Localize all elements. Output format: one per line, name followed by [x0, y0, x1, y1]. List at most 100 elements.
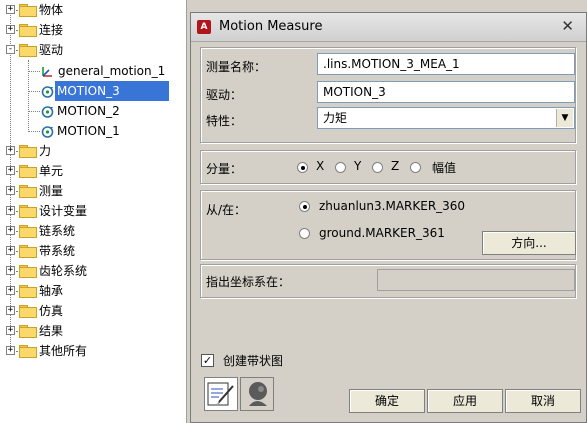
tree-item-motion-2[interactable]: MOTION_2 — [0, 101, 186, 121]
folder-icon — [19, 145, 37, 158]
folder-icon — [19, 305, 37, 318]
tree-item-label: 测量 — [39, 184, 64, 198]
component-y-label: Y — [354, 159, 362, 173]
tree-item-label: 带系统 — [39, 244, 76, 258]
folder-icon — [19, 165, 37, 178]
expand-icon[interactable]: + — [6, 226, 15, 235]
tree-connector — [28, 91, 40, 92]
tree-item-motion-3[interactable]: MOTION_3 — [0, 81, 186, 101]
folder-icon — [19, 225, 37, 238]
from-at-panel: 从/在： zhuanlun3.MARKER_360 ground.MARKER_… — [200, 190, 576, 260]
tree-item-gear-systems[interactable]: + 齿轮系统 — [0, 261, 186, 281]
tree-item-connections[interactable]: + 连接 — [0, 20, 186, 40]
expand-icon[interactable]: + — [6, 146, 15, 155]
tree-item-measures[interactable]: + 测量 — [0, 181, 186, 201]
cancel-button[interactable]: 取消 — [505, 389, 581, 413]
expand-icon[interactable]: + — [6, 206, 15, 215]
edit-notes-icon — [207, 382, 234, 406]
expand-icon[interactable]: + — [6, 25, 15, 34]
create-strip-chart-label: 创建带状图 — [223, 354, 284, 368]
component-z-radio[interactable] — [372, 162, 383, 173]
expand-icon[interactable]: + — [6, 286, 15, 295]
tree-item-label: 链系统 — [39, 224, 76, 238]
coord-system-field[interactable] — [377, 269, 575, 291]
component-x-radio[interactable] — [297, 162, 308, 173]
component-magnitude-radio[interactable] — [410, 162, 421, 173]
tree-item-bearings[interactable]: + 轴承 — [0, 281, 186, 301]
tree-item-label: 轴承 — [39, 284, 64, 298]
tree-item-belt-systems[interactable]: + 带系统 — [0, 241, 186, 261]
tree-item-label: 单元 — [39, 164, 64, 178]
expand-icon[interactable]: + — [6, 326, 15, 335]
tree-item-chain-systems[interactable]: + 链系统 — [0, 221, 186, 241]
tree-connector — [28, 131, 40, 132]
expand-icon[interactable]: + — [6, 186, 15, 195]
motion-label: 驱动： — [206, 88, 243, 102]
create-strip-chart-checkbox[interactable]: ✓ — [201, 354, 214, 367]
motion-measure-dialog: A Motion Measure ✕ 测量名称： .lins.MOTION_3_… — [190, 12, 587, 423]
motion-icon — [41, 126, 54, 138]
dialog-title: Motion Measure — [219, 19, 323, 34]
ok-button[interactable]: 确定 — [349, 389, 425, 413]
component-panel: 分量： X Y Z 幅值 — [200, 150, 576, 184]
tree-item-label: 其他所有 — [39, 344, 88, 358]
general-motion-icon — [42, 67, 52, 77]
characteristic-label: 特性： — [206, 114, 243, 128]
marker-361-radio[interactable] — [299, 228, 310, 239]
tree-item-label: MOTION_2 — [57, 104, 120, 118]
app-icon: A — [197, 20, 211, 34]
tree-item-motions[interactable]: - 驱动 — [0, 40, 186, 60]
tree-item-label: 驱动 — [39, 43, 64, 57]
motion-icon — [41, 106, 54, 118]
direction-button[interactable]: 方向... — [482, 231, 576, 255]
marker-360-label: zhuanlun3.MARKER_360 — [319, 199, 466, 213]
tree-item-label: 齿轮系统 — [39, 264, 88, 278]
tree-item-label: 物体 — [39, 3, 64, 17]
tree-item-all-other[interactable]: + 其他所有 — [0, 341, 186, 361]
tree-item-simulations[interactable]: + 仿真 — [0, 301, 186, 321]
folder-icon — [19, 24, 37, 37]
folder-icon — [19, 185, 37, 198]
motion-icon — [41, 86, 54, 98]
tree-item-label: 设计变量 — [39, 204, 88, 218]
folder-icon — [19, 285, 37, 298]
tree-item-label: 连接 — [39, 23, 64, 37]
tree-connector — [28, 71, 40, 72]
tree-item-label: general_motion_1 — [58, 64, 166, 78]
measure-name-field[interactable]: .lins.MOTION_3_MEA_1 — [317, 53, 575, 75]
folder-icon — [19, 345, 37, 358]
tree-item-bodies[interactable]: + 物体 — [0, 0, 186, 20]
coord-system-label: 指出坐标系在： — [206, 275, 291, 289]
component-y-radio[interactable] — [335, 162, 346, 173]
tree-item-label: 力 — [39, 144, 52, 158]
model-tree: + 物体 + 连接 - 驱动 general_motion_1 MOTION_3… — [0, 0, 186, 423]
collapse-icon[interactable]: - — [6, 45, 15, 54]
help-button[interactable] — [240, 377, 274, 411]
tree-item-results[interactable]: + 结果 — [0, 321, 186, 341]
marker-360-radio[interactable] — [299, 201, 310, 212]
tree-item-motion-1[interactable]: MOTION_1 — [0, 121, 186, 141]
expand-icon[interactable]: + — [6, 246, 15, 255]
edit-notes-button[interactable] — [204, 377, 238, 411]
motion-field[interactable]: MOTION_3 — [317, 81, 575, 103]
tree-item-design-variables[interactable]: + 设计变量 — [0, 201, 186, 221]
apply-button[interactable]: 应用 — [427, 389, 503, 413]
tree-item-label: 仿真 — [39, 304, 64, 318]
characteristic-select[interactable]: 力矩 ▼ — [317, 107, 575, 129]
tree-item-general-motion-1[interactable]: general_motion_1 — [0, 61, 186, 81]
dialog-titlebar[interactable]: A Motion Measure ✕ — [191, 13, 586, 42]
tree-item-forces[interactable]: + 力 — [0, 141, 186, 161]
expand-icon[interactable]: + — [6, 5, 15, 14]
folder-icon — [19, 325, 37, 338]
expand-icon[interactable]: + — [6, 266, 15, 275]
chevron-down-icon[interactable]: ▼ — [556, 109, 573, 127]
characteristic-value: 力矩 — [323, 111, 348, 125]
component-label: 分量： — [206, 162, 243, 176]
expand-icon[interactable]: + — [6, 306, 15, 315]
close-icon[interactable]: ✕ — [561, 17, 574, 35]
folder-icon — [19, 245, 37, 258]
tree-item-elements[interactable]: + 单元 — [0, 161, 186, 181]
expand-icon[interactable]: + — [6, 166, 15, 175]
tree-item-label: MOTION_1 — [57, 124, 120, 138]
expand-icon[interactable]: + — [6, 346, 15, 355]
